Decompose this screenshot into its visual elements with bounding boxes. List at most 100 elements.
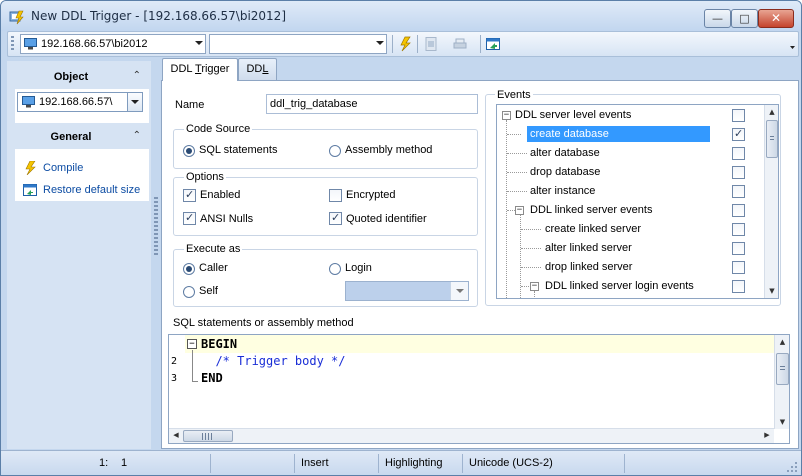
status-column: 1	[121, 457, 128, 469]
ansi-nulls-label: ANSI Nulls	[200, 213, 254, 225]
restore-size-icon[interactable]	[485, 36, 501, 52]
disabled-document-icon[interactable]	[423, 36, 439, 52]
collapse-node-icon[interactable]: −	[530, 282, 539, 291]
status-encoding-text: Unicode (UCS-2)	[469, 457, 553, 469]
editor-vertical-scrollbar[interactable]: ▲ ▼	[774, 335, 789, 429]
options-group	[173, 177, 478, 236]
minimize-button[interactable]: —	[704, 9, 731, 28]
toolbar-overflow-icon[interactable]	[789, 35, 796, 53]
event-node-ddl-server-level-events[interactable]: − DDL server level events	[497, 106, 763, 125]
code-area[interactable]: − BEGIN /* Trigger body */ END	[185, 335, 774, 429]
close-button[interactable]: ✕	[758, 9, 794, 28]
window-title: New DDL Trigger - [192.168.66.57\bi2012]	[31, 9, 286, 23]
event-node-create-linked-server[interactable]: create linked server	[497, 220, 763, 239]
disabled-print-icon[interactable]	[452, 36, 468, 52]
chevron-down-icon[interactable]	[450, 282, 468, 300]
status-line: 1:	[99, 457, 109, 469]
event-checkbox[interactable]	[732, 261, 745, 274]
events-tree[interactable]: − DDL server level events create databas…	[496, 104, 779, 299]
ddl-trigger-window: New DDL Trigger - [192.168.66.57\bi2012]…	[0, 0, 802, 476]
event-node-label: create database	[527, 126, 710, 142]
general-section-header[interactable]: General ⌃	[15, 123, 145, 151]
event-checkbox[interactable]	[732, 242, 745, 255]
event-checkbox[interactable]	[732, 204, 745, 217]
code-source-title: Code Source	[184, 123, 253, 135]
enabled-checkbox[interactable]	[183, 188, 196, 202]
scroll-right-icon[interactable]: ▶	[760, 429, 774, 442]
name-input[interactable]: ddl_trig_database	[266, 94, 478, 114]
events-title: Events	[495, 89, 533, 101]
self-radio[interactable]	[183, 286, 195, 298]
ansi-nulls-checkbox[interactable]	[183, 211, 196, 225]
event-node-alter-linked-server[interactable]: alter linked server	[497, 239, 763, 258]
scroll-down-icon[interactable]: ▼	[765, 284, 778, 298]
collapse-chevron-icon[interactable]: ⌃	[133, 70, 141, 81]
scroll-left-icon[interactable]: ◀	[169, 429, 183, 442]
fold-toggle-icon[interactable]: −	[187, 339, 197, 349]
event-checkbox[interactable]	[732, 109, 745, 122]
code-line: /* Trigger body */	[201, 354, 346, 368]
scroll-up-icon[interactable]: ▲	[765, 105, 778, 119]
event-node-label: drop linked server	[545, 261, 633, 273]
sql-editor[interactable]: 2 3 − BEGIN /* Trigger body */ END ▲ ▼ ◀…	[168, 334, 790, 444]
compile-lightning-icon[interactable]	[397, 36, 413, 52]
scroll-up-icon[interactable]: ▲	[775, 335, 789, 349]
chevron-down-icon[interactable]	[127, 93, 142, 111]
maximize-button[interactable]: □	[731, 9, 758, 28]
assembly-method-label: Assembly method	[345, 144, 433, 156]
server-combo[interactable]: 192.168.66.57\bi2012	[20, 34, 206, 54]
editor-horizontal-scrollbar[interactable]: ◀ ▶	[169, 428, 774, 443]
event-node-drop-database[interactable]: drop database	[497, 163, 763, 182]
database-combo[interactable]	[209, 34, 387, 54]
object-combo[interactable]: 192.168.66.57\	[17, 92, 143, 112]
close-icon: ✕	[770, 11, 782, 25]
scrollbar-thumb[interactable]	[776, 353, 789, 385]
panel-splitter[interactable]	[154, 197, 158, 257]
event-checkbox[interactable]	[732, 185, 745, 198]
scrollbar-thumb[interactable]	[183, 430, 233, 442]
events-vertical-scrollbar[interactable]: ▲ ▼	[764, 105, 778, 298]
lightning-icon	[25, 161, 36, 175]
toolbar-grip[interactable]	[11, 36, 14, 52]
chevron-down-icon[interactable]	[376, 41, 384, 45]
event-checkbox[interactable]	[732, 147, 745, 160]
event-checkbox[interactable]	[732, 166, 745, 179]
tab-ddl-trigger[interactable]: DDL Trigger	[162, 58, 238, 81]
sql-statements-label: SQL statements	[199, 144, 278, 156]
line-number: 3	[171, 373, 178, 384]
scroll-down-icon[interactable]: ▼	[775, 415, 789, 429]
event-node-drop-linked-server[interactable]: drop linked server	[497, 258, 763, 277]
server-icon	[24, 38, 37, 50]
assembly-method-radio[interactable]	[329, 145, 341, 157]
tab-ddl[interactable]: DDL	[238, 58, 277, 80]
login-radio[interactable]	[329, 263, 341, 275]
event-node-label: DDL linked server login events	[545, 280, 694, 292]
event-node-ddl-linked-server-events[interactable]: − DDL linked server events	[497, 201, 763, 220]
event-checkbox[interactable]	[732, 127, 745, 141]
caller-label: Caller	[199, 262, 228, 274]
object-section-header[interactable]: Object ⌃	[15, 63, 145, 91]
caller-radio[interactable]	[183, 263, 195, 275]
resize-grip-icon[interactable]	[786, 461, 798, 473]
collapse-node-icon[interactable]: −	[502, 111, 511, 120]
collapse-node-icon[interactable]: −	[515, 206, 524, 215]
encrypted-checkbox[interactable]	[329, 189, 342, 202]
event-checkbox[interactable]	[732, 223, 745, 236]
event-node-label: alter instance	[530, 185, 596, 197]
event-node-label: create linked server	[545, 223, 641, 235]
title-bar[interactable]: New DDL Trigger - [192.168.66.57\bi2012]…	[1, 1, 801, 31]
event-node-alter-instance[interactable]: alter instance	[497, 182, 763, 201]
login-combo[interactable]	[345, 281, 469, 301]
event-node-ddl-linked-server-login-events[interactable]: − DDL linked server login events	[497, 277, 763, 296]
collapse-chevron-icon[interactable]: ⌃	[133, 130, 141, 141]
sql-statements-radio[interactable]	[183, 145, 195, 157]
main-toolbar: 192.168.66.57\bi2012	[7, 31, 799, 57]
event-node-alter-database[interactable]: alter database	[497, 144, 763, 163]
status-mode: Insert	[297, 454, 379, 473]
quoted-identifier-checkbox[interactable]	[329, 211, 342, 225]
chevron-down-icon[interactable]	[195, 41, 203, 45]
status-cursor-position: 1: 1	[1, 454, 211, 473]
event-checkbox[interactable]	[732, 280, 745, 293]
event-node-create-database[interactable]: create database	[497, 125, 763, 144]
scrollbar-thumb[interactable]	[766, 120, 778, 158]
